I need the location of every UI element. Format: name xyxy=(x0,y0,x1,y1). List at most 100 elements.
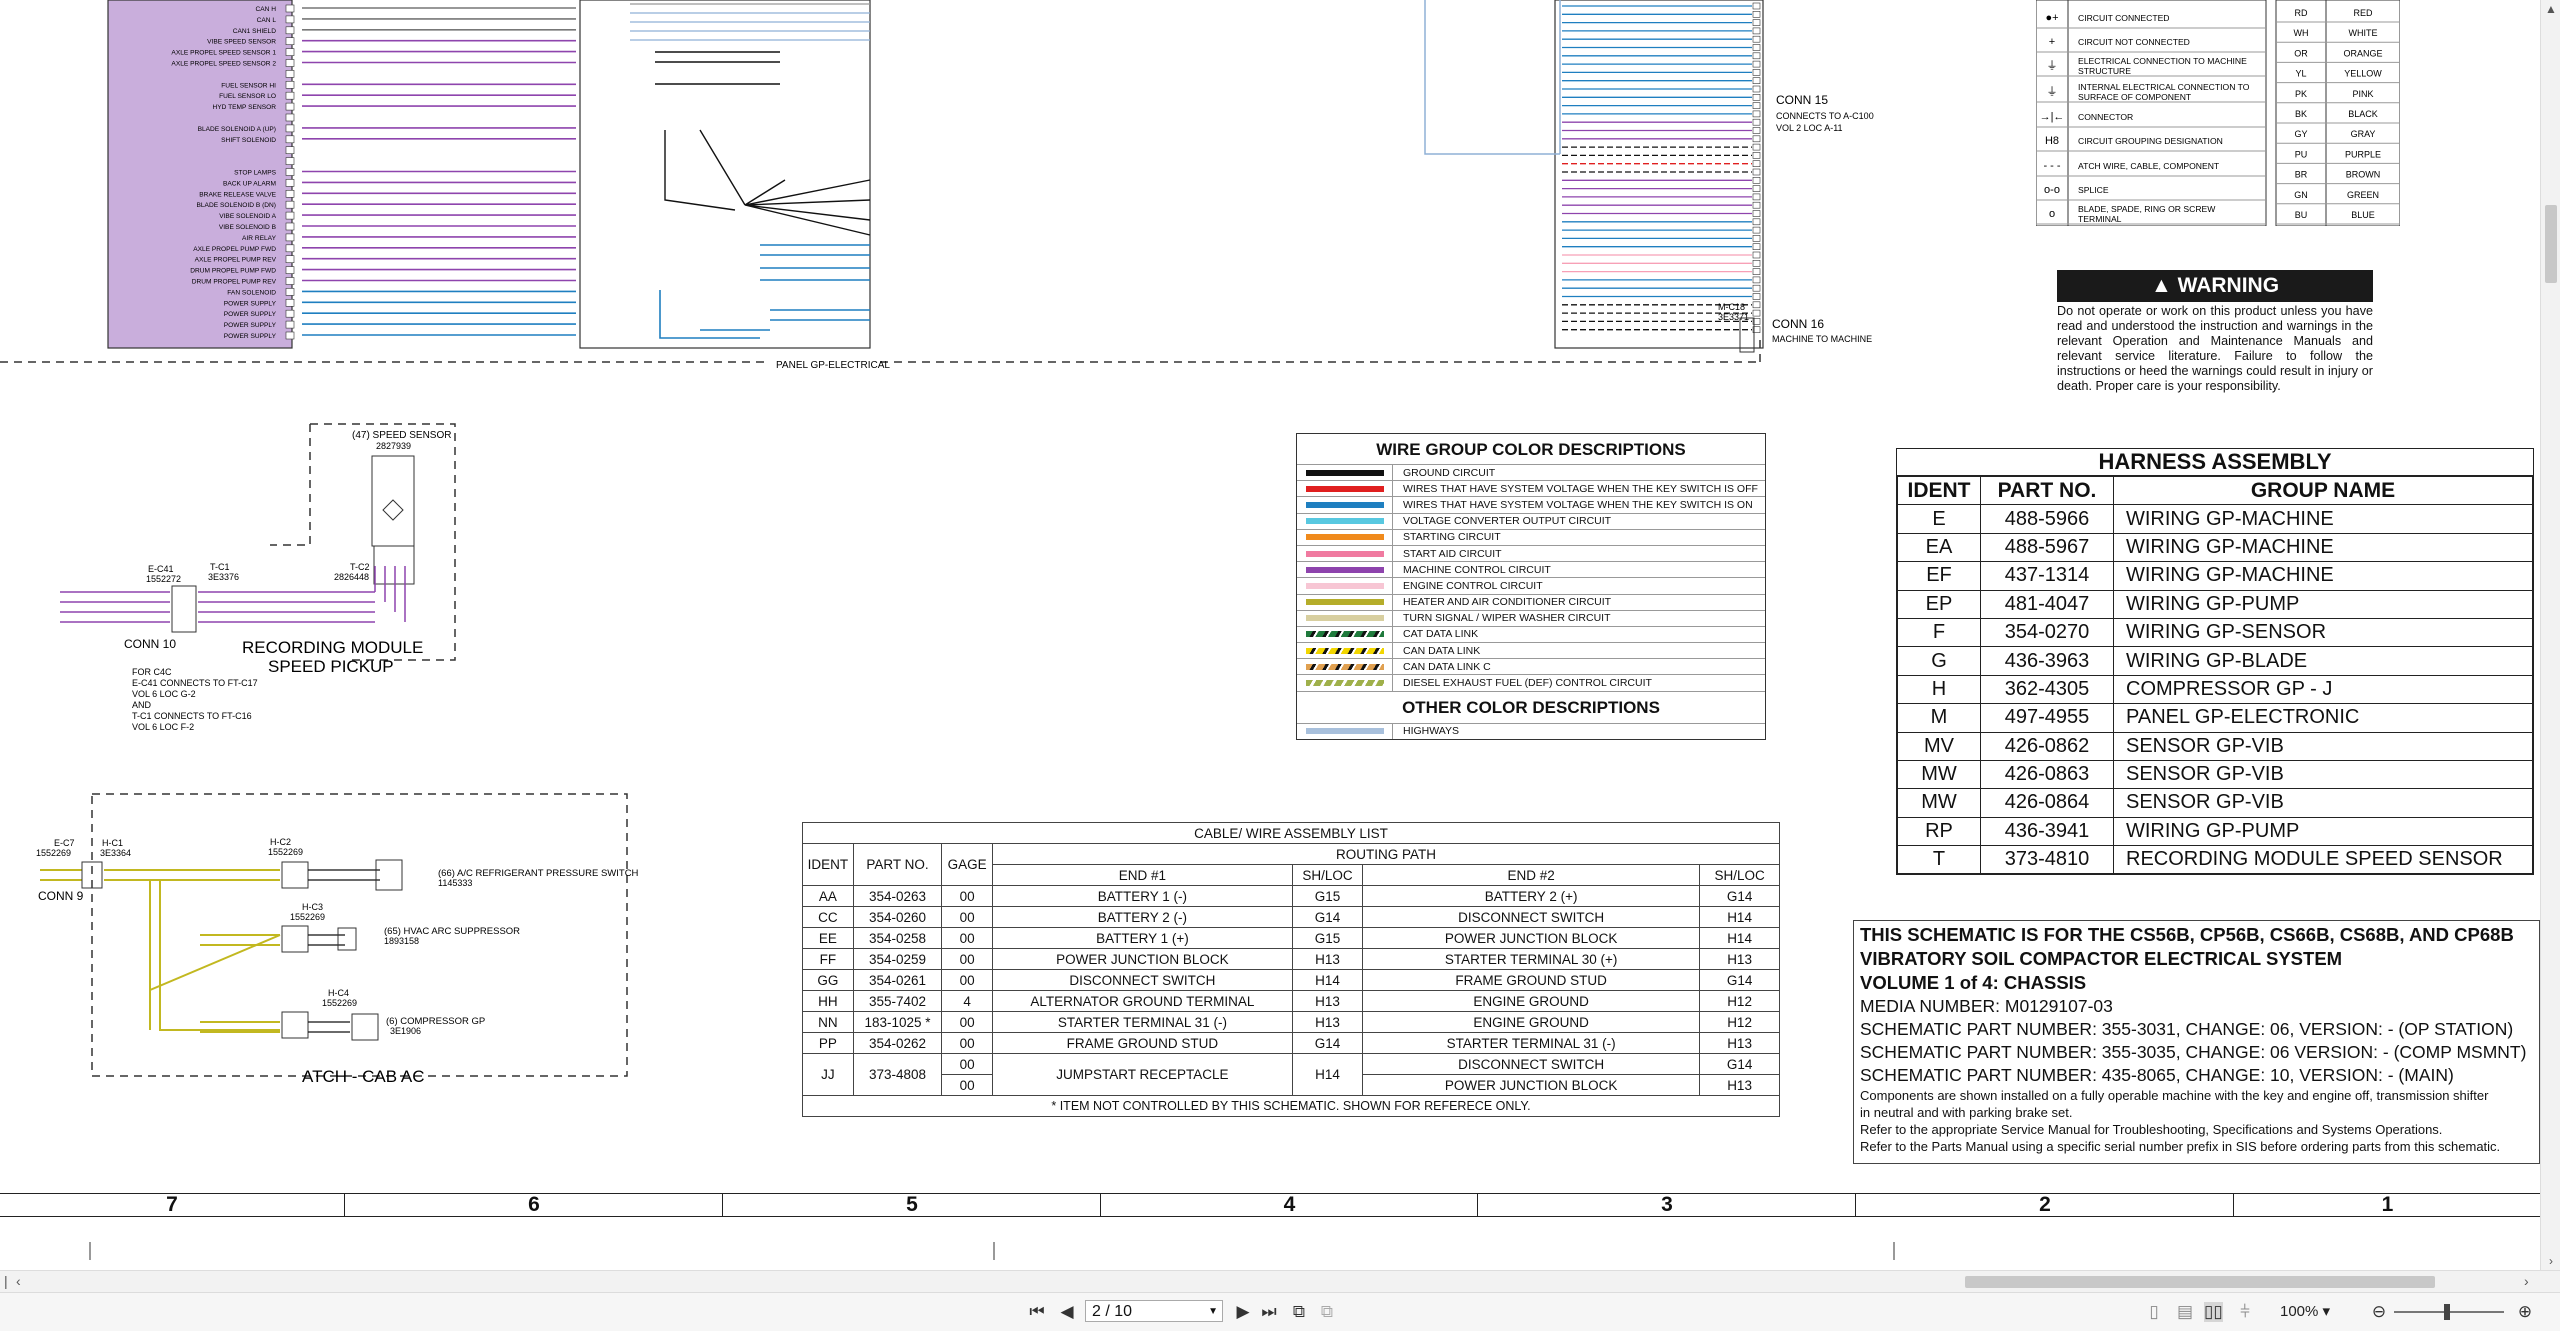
page-number-field[interactable]: 2 / 10 ▼ xyxy=(1085,1300,1223,1322)
legend-symbol-icon: + xyxy=(2049,36,2055,48)
grid-column-label: 5 xyxy=(722,1194,1101,1216)
legend-item-label: ELECTRICAL CONNECTION TO MACHINE xyxy=(2078,56,2247,66)
zoom-out-icon[interactable]: ⊖ xyxy=(2370,1302,2388,1322)
color-swatch xyxy=(1297,675,1393,691)
wire-group-label: CAT DATA LINK xyxy=(1403,628,1479,641)
ecm-pin-label: POWER SUPPLY xyxy=(224,333,277,340)
vertical-scroll-thumb[interactable] xyxy=(2545,205,2557,283)
for-c4c-note: VOL 6 LOC F-2 xyxy=(132,722,194,732)
next-page-icon[interactable]: ▶ xyxy=(1234,1302,1252,1322)
zoom-slider-knob[interactable] xyxy=(2444,1304,2450,1320)
scroll-down-icon[interactable]: › xyxy=(2541,1254,2560,1268)
cell: 00 xyxy=(941,1032,993,1054)
cell: M xyxy=(1897,703,1981,733)
ecm-pin-label: CAN H xyxy=(255,6,276,13)
cell: H14 xyxy=(1291,969,1364,991)
grid-column-label: 1 xyxy=(2233,1194,2540,1216)
cell: 00 xyxy=(941,1053,993,1075)
first-page-icon[interactable]: ⏮ xyxy=(1028,1302,1046,1322)
cell: RECORDING MODULE SPEED SENSOR xyxy=(2113,845,2533,875)
ecm-pin-label: VIBE SPEED SENSOR xyxy=(207,39,276,46)
cell: 481-4047 xyxy=(1980,589,2114,619)
wire-group-row: GROUND CIRCUIT xyxy=(1297,464,1765,481)
scroll-left-arrow-icon[interactable]: ‹ xyxy=(16,1273,21,1289)
table-row: EA 488-5967 WIRING GP-MACHINE xyxy=(1897,532,2533,563)
cell: JJ xyxy=(802,1053,854,1096)
cell: 354-0259 xyxy=(852,948,943,970)
ecm-pin-label: CAN1 SHIELD xyxy=(233,28,276,35)
color-swatch xyxy=(1297,513,1393,529)
chevron-down-icon[interactable]: ▼ xyxy=(1208,1301,1218,1323)
for-c4c-note: FOR C4C xyxy=(132,667,172,677)
harness-assembly-table: HARNESS ASSEMBLY IDENT PART NO. GROUP NAME… xyxy=(1896,448,2534,876)
cell: EP xyxy=(1897,589,1981,619)
col-gage: GAGE xyxy=(941,843,993,886)
scroll-left-icon[interactable]: | xyxy=(4,1273,8,1289)
grid-column-label: 2 xyxy=(1855,1194,2234,1216)
cell: G15 xyxy=(1291,927,1364,949)
horizontal-scroll-thumb[interactable] xyxy=(1965,1276,2435,1288)
fit-page-icon[interactable]: ⧉ xyxy=(1290,1302,1308,1322)
mc18-pn: 3E3371 xyxy=(1718,312,1749,322)
cell: H13 xyxy=(1291,990,1364,1012)
legend-symbol-icon: o xyxy=(2049,208,2055,220)
last-page-icon[interactable]: ⏭ xyxy=(1260,1302,1278,1322)
single-page-icon[interactable]: ▯ xyxy=(2145,1302,2163,1322)
ecm-pin-label: AIR RELAY xyxy=(242,235,277,242)
col-end2: END #2 xyxy=(1362,864,1701,886)
tc2-label: T-C2 xyxy=(350,562,370,572)
color-swatch-bar xyxy=(1305,647,1384,654)
cell: 436-3941 xyxy=(1980,816,2114,847)
cell: WIRING GP-PUMP xyxy=(2113,816,2533,847)
ecm-pin-label: HYD TEMP SENSOR xyxy=(212,104,276,111)
cell: STARTER TERMINAL 31 (-) xyxy=(991,1011,1293,1033)
color-swatch xyxy=(1297,481,1393,497)
color-swatch xyxy=(1297,610,1393,626)
color-name: PINK xyxy=(2352,89,2373,99)
table-row: MW 426-0863 SENSOR GP-VIB xyxy=(1897,759,2533,790)
ecm-pin-label: FUEL SENSOR LO xyxy=(219,93,276,100)
col-shloc2: SH/LOC xyxy=(1699,864,1780,886)
ecm-pin-label: DRUM PROPEL PUMP REV xyxy=(192,279,277,286)
wire-group-row: STARTING CIRCUIT xyxy=(1297,528,1765,545)
scroll-up-icon[interactable]: ▲ xyxy=(2541,2,2560,16)
color-swatch xyxy=(1297,497,1393,513)
ecm-pin-label: AXLE PROPEL SPEED SENSOR 1 xyxy=(171,50,276,57)
zoom-slider[interactable] xyxy=(2394,1304,2504,1320)
cell: 437-1314 xyxy=(1980,561,2114,591)
horizontal-scrollbar[interactable]: | ‹ › xyxy=(0,1270,2560,1293)
panel-label: PANEL GP-ELECTRICAL xyxy=(776,360,890,371)
conn15-sub2: VOL 2 LOC A-11 xyxy=(1776,123,1843,133)
legend-item-label: CIRCUIT CONNECTED xyxy=(2078,13,2170,23)
fit-width-icon[interactable]: ⧉ xyxy=(1318,1302,1336,1322)
note-s4: Refer to the Parts Manual using a specif… xyxy=(1860,1139,2501,1154)
scroll-right-icon[interactable]: › xyxy=(2524,1273,2529,1289)
split-icon[interactable]: ⫩ xyxy=(2236,1302,2254,1322)
wire-group-label: HIGHWAYS xyxy=(1403,725,1460,738)
cell: 354-0261 xyxy=(852,969,943,991)
cell: DISCONNECT SWITCH xyxy=(1362,1053,1701,1075)
for-c4c-note: VOL 6 LOC G-2 xyxy=(132,689,196,699)
cell: G14 xyxy=(1291,1032,1364,1054)
speed-pickup-label: SPEED PICKUP xyxy=(268,657,394,676)
table-row: EF 437-1314 WIRING GP-MACHINE xyxy=(1897,561,2533,591)
legend-item-label: INTERNAL ELECTRICAL CONNECTION TO xyxy=(2078,82,2250,92)
continuous-icon[interactable]: ▤ xyxy=(2176,1302,2194,1322)
ec41-pn: 1552272 xyxy=(146,574,181,584)
wire-group-row: TURN SIGNAL / WIPER WASHER CIRCUIT xyxy=(1297,609,1765,626)
cell: 426-0862 xyxy=(1980,731,2114,761)
document-viewport[interactable]: CAN H CAN L CAN1 SHIELD VIBE SPEED SENSOR AX… xyxy=(0,0,2540,1270)
col-part: PART NO. xyxy=(852,843,943,886)
table-row: H 362-4305 COMPRESSOR GP - J xyxy=(1897,674,2533,705)
cell: WIRING GP-SENSOR xyxy=(2113,617,2533,648)
table-row: EP 481-4047 WIRING GP-PUMP xyxy=(1897,589,2533,619)
ecm-pin-label: CAN L xyxy=(257,17,277,24)
cell: H12 xyxy=(1699,990,1780,1012)
cell: H13 xyxy=(1699,948,1780,970)
zoom-level[interactable]: 100% ▾ xyxy=(2280,1302,2330,1320)
prev-page-icon[interactable]: ◀ xyxy=(1058,1302,1076,1322)
vertical-scrollbar[interactable]: ▲ › xyxy=(2540,0,2560,1270)
two-page-icon[interactable]: ▯▯ xyxy=(2204,1302,2223,1322)
zoom-in-icon[interactable]: ⊕ xyxy=(2516,1302,2534,1322)
table-row: F 354-0270 WIRING GP-SENSOR xyxy=(1897,617,2533,648)
